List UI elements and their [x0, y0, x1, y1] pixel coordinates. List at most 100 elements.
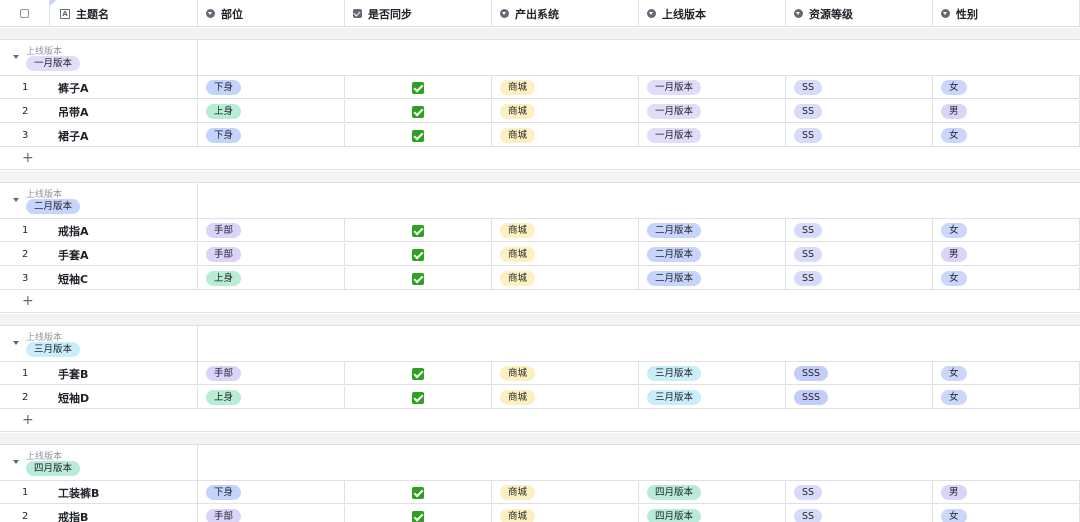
table-row[interactable]: 1 戒指A 手部 商城 二月版本 SS 女 — [0, 219, 1080, 242]
gender-cell[interactable]: 男 — [933, 100, 1080, 123]
gender-cell[interactable]: 男 — [933, 481, 1080, 504]
topic-name-cell[interactable]: 短袖D — [50, 386, 198, 409]
part-cell[interactable]: 下身 — [198, 124, 345, 147]
version-cell[interactable]: 二月版本 — [639, 243, 786, 266]
system-cell[interactable]: 商城 — [492, 481, 639, 504]
level-cell[interactable]: SS — [786, 219, 933, 242]
level-cell[interactable]: SS — [786, 505, 933, 522]
level-cell[interactable]: SSS — [786, 362, 933, 385]
topic-name-cell[interactable]: 吊带A — [50, 100, 198, 123]
group-header[interactable]: 上线版本 二月版本 — [0, 183, 1080, 219]
level-cell[interactable]: SS — [786, 76, 933, 99]
topic-name-cell[interactable]: 手套B — [50, 362, 198, 385]
table-row[interactable]: 2 吊带A 上身 商城 一月版本 SS 男 — [0, 100, 1080, 123]
synced-cell[interactable] — [345, 386, 492, 409]
add-row-button[interactable]: + — [0, 291, 1080, 313]
system-cell[interactable]: 商城 — [492, 505, 639, 522]
collapse-arrow-icon[interactable] — [13, 55, 19, 59]
column-header-0[interactable]: A 主题名 — [50, 0, 198, 27]
version-cell[interactable]: 三月版本 — [639, 386, 786, 409]
version-cell[interactable]: 二月版本 — [639, 219, 786, 242]
gender-cell[interactable]: 女 — [933, 76, 1080, 99]
system-cell[interactable]: 商城 — [492, 124, 639, 147]
version-cell[interactable]: 一月版本 — [639, 76, 786, 99]
system-cell[interactable]: 商城 — [492, 362, 639, 385]
add-row-button[interactable]: + — [0, 148, 1080, 170]
topic-name-cell[interactable]: 工装裤B — [50, 481, 198, 504]
group-header[interactable]: 上线版本 四月版本 — [0, 445, 1080, 481]
table-row[interactable]: 1 裤子A 下身 商城 一月版本 SS 女 — [0, 76, 1080, 99]
collapse-arrow-icon[interactable] — [13, 198, 19, 202]
gender-cell[interactable]: 女 — [933, 219, 1080, 242]
synced-cell[interactable] — [345, 124, 492, 147]
check-icon[interactable] — [412, 272, 424, 285]
check-icon[interactable] — [412, 105, 424, 118]
table-row[interactable]: 3 短袖C 上身 商城 二月版本 SS 女 — [0, 267, 1080, 290]
level-cell[interactable]: SS — [786, 100, 933, 123]
topic-name-cell[interactable]: 短袖C — [50, 267, 198, 290]
part-cell[interactable]: 上身 — [198, 386, 345, 409]
group-header[interactable]: 上线版本 三月版本 — [0, 326, 1080, 362]
part-cell[interactable]: 手部 — [198, 243, 345, 266]
gender-cell[interactable]: 女 — [933, 362, 1080, 385]
synced-cell[interactable] — [345, 100, 492, 123]
column-header-4[interactable]: 上线版本 — [639, 0, 786, 27]
part-cell[interactable]: 上身 — [198, 100, 345, 123]
topic-name-cell[interactable]: 戒指B — [50, 505, 198, 522]
topic-name-cell[interactable]: 裤子A — [50, 76, 198, 99]
collapse-arrow-icon[interactable] — [13, 460, 19, 464]
version-cell[interactable]: 三月版本 — [639, 362, 786, 385]
part-cell[interactable]: 手部 — [198, 505, 345, 522]
system-cell[interactable]: 商城 — [492, 76, 639, 99]
level-cell[interactable]: SS — [786, 243, 933, 266]
check-icon[interactable] — [412, 129, 424, 142]
table-row[interactable]: 3 裙子A 下身 商城 一月版本 SS 女 — [0, 124, 1080, 147]
gender-cell[interactable]: 女 — [933, 124, 1080, 147]
check-icon[interactable] — [412, 248, 424, 261]
level-cell[interactable]: SSS — [786, 386, 933, 409]
part-cell[interactable]: 下身 — [198, 481, 345, 504]
synced-cell[interactable] — [345, 362, 492, 385]
level-cell[interactable]: SS — [786, 481, 933, 504]
synced-cell[interactable] — [345, 481, 492, 504]
topic-name-cell[interactable]: 戒指A — [50, 219, 198, 242]
synced-cell[interactable] — [345, 76, 492, 99]
part-cell[interactable]: 下身 — [198, 76, 345, 99]
column-header-3[interactable]: 产出系统 — [492, 0, 639, 27]
table-row[interactable]: 2 戒指B 手部 商城 四月版本 SS 女 — [0, 505, 1080, 522]
version-cell[interactable]: 二月版本 — [639, 267, 786, 290]
gender-cell[interactable]: 女 — [933, 267, 1080, 290]
check-icon[interactable] — [412, 486, 424, 499]
group-header[interactable]: 上线版本 一月版本 — [0, 40, 1080, 76]
part-cell[interactable]: 手部 — [198, 219, 345, 242]
check-icon[interactable] — [412, 510, 424, 522]
part-cell[interactable]: 手部 — [198, 362, 345, 385]
table-row[interactable]: 2 短袖D 上身 商城 三月版本 SSS 女 — [0, 386, 1080, 409]
system-cell[interactable]: 商城 — [492, 219, 639, 242]
version-cell[interactable]: 四月版本 — [639, 505, 786, 522]
synced-cell[interactable] — [345, 267, 492, 290]
column-header-1[interactable]: 部位 — [198, 0, 345, 27]
check-icon[interactable] — [412, 391, 424, 404]
add-row-button[interactable]: + — [0, 410, 1080, 432]
check-icon[interactable] — [412, 224, 424, 237]
check-icon[interactable] — [412, 81, 424, 94]
gender-cell[interactable]: 男 — [933, 243, 1080, 266]
column-header-5[interactable]: 资源等级 — [786, 0, 933, 27]
version-cell[interactable]: 一月版本 — [639, 124, 786, 147]
part-cell[interactable]: 上身 — [198, 267, 345, 290]
gender-cell[interactable]: 女 — [933, 386, 1080, 409]
version-cell[interactable]: 一月版本 — [639, 100, 786, 123]
system-cell[interactable]: 商城 — [492, 386, 639, 409]
version-cell[interactable]: 四月版本 — [639, 481, 786, 504]
column-header-6[interactable]: 性别 — [933, 0, 1080, 27]
system-cell[interactable]: 商城 — [492, 267, 639, 290]
topic-name-cell[interactable]: 裙子A — [50, 124, 198, 147]
table-row[interactable]: 1 工装裤B 下身 商城 四月版本 SS 男 — [0, 481, 1080, 504]
column-header-2[interactable]: 是否同步 — [345, 0, 492, 27]
check-icon[interactable] — [412, 367, 424, 380]
system-cell[interactable]: 商城 — [492, 243, 639, 266]
synced-cell[interactable] — [345, 219, 492, 242]
table-row[interactable]: 1 手套B 手部 商城 三月版本 SSS 女 — [0, 362, 1080, 385]
synced-cell[interactable] — [345, 505, 492, 522]
